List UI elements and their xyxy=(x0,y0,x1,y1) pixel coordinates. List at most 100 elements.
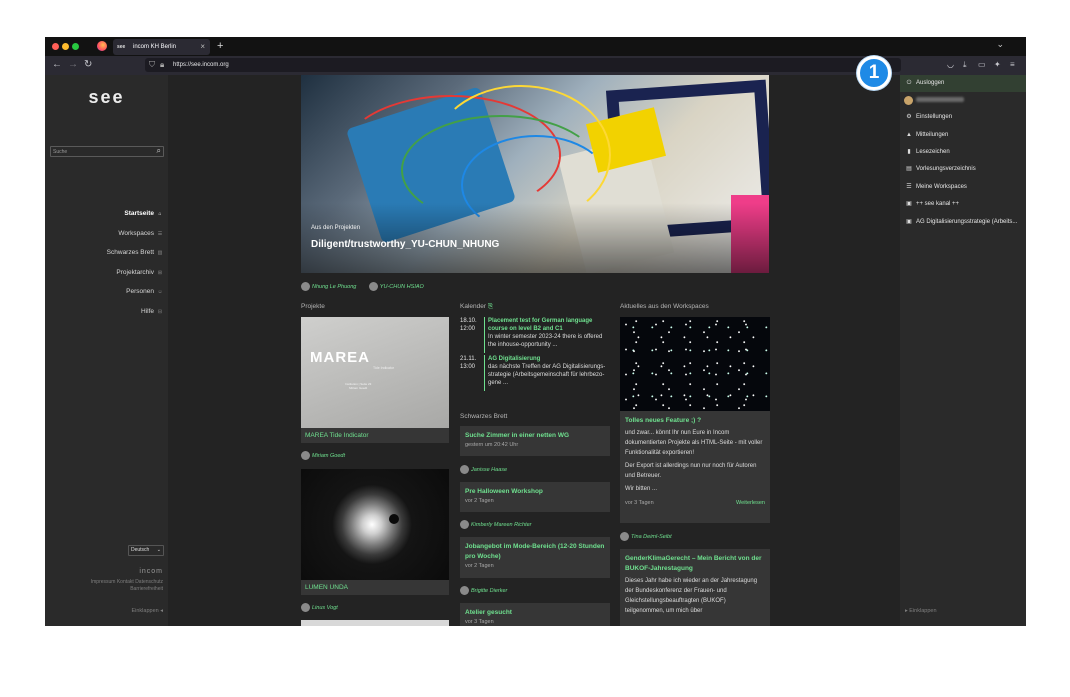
sidebar-item-schwarzes-brett[interactable]: Schwarzes Brett ▥ xyxy=(107,248,163,258)
workspace-post[interactable]: GenderKlimaGerecht – Mein Bericht von de… xyxy=(620,549,770,626)
tab-close-icon[interactable]: × xyxy=(200,39,205,55)
board-post[interactable]: Atelier gesucht vor 3 Tagen xyxy=(460,603,610,626)
tab-title: incom KH Berlin xyxy=(133,44,177,50)
avatar[interactable] xyxy=(620,532,629,542)
calendar-event[interactable]: 21.11. 13:00 AG Digitalisierung das nächs… xyxy=(460,355,610,395)
ag-digitalization-menu-item[interactable]: ▣ AG Digitalisierungsstrategie (Arbeits..… xyxy=(900,214,1026,231)
calendar-heading-label: Kalender xyxy=(460,303,487,310)
close-window-button[interactable] xyxy=(52,43,59,50)
event-day: 18.10. xyxy=(460,318,477,324)
sidebar-item-hilfe[interactable]: Hilfe ⊟ xyxy=(141,307,163,317)
author-link[interactable]: Kimberly Mareen Richter xyxy=(471,522,532,528)
logout-menu-item[interactable]: ⏻ Ausloggen xyxy=(900,75,1026,92)
event-title[interactable]: Placement test for German language cours… xyxy=(488,317,610,333)
forward-arrow-icon[interactable]: → xyxy=(68,58,78,72)
author-link[interactable]: Tina Deiml-Seibt xyxy=(631,534,672,540)
collapse-panel-button[interactable]: ▸ Einklappen xyxy=(905,608,937,614)
sidebar-item-projektarchiv[interactable]: Projektarchiv ⊞ xyxy=(116,268,163,278)
footer-accessibility-link[interactable]: Barrierefreiheit xyxy=(130,586,163,592)
pocket-icon[interactable]: ◡ xyxy=(947,59,954,71)
post-title[interactable]: GenderKlimaGerecht – Mein Bericht von de… xyxy=(625,554,765,574)
search-input[interactable] xyxy=(53,147,149,156)
browser-tab[interactable]: see incom KH Berlin × xyxy=(113,39,210,55)
avatar[interactable] xyxy=(301,282,310,292)
incom-logo[interactable]: incom xyxy=(139,568,163,575)
post-title[interactable]: Suche Zimmer in einer netten WG xyxy=(465,431,605,441)
hero-title[interactable]: Diligent/trustworthy_YU-CHUN_NHUNG xyxy=(311,239,499,250)
board-post[interactable]: Jobangebot im Mode-Bereich (12-20 Stunde… xyxy=(460,537,610,578)
hero-project-banner[interactable]: Aus den Projekten Diligent/trustworthy_Y… xyxy=(301,75,769,273)
footer-links[interactable]: Impressum Kontakt Datenschutz xyxy=(91,579,163,585)
post-image[interactable] xyxy=(620,317,770,411)
firefox-icon xyxy=(97,41,107,51)
bookmarks-menu-item[interactable]: ▮ Lesezeichen xyxy=(900,144,1026,161)
calendar-event[interactable]: 18.10. 12:00 Placement test for German la… xyxy=(460,317,610,357)
download-icon[interactable]: ⤓ xyxy=(963,59,967,71)
post-title[interactable]: Pre Halloween Workshop xyxy=(465,487,605,497)
sidebar-item-personen[interactable]: Personen ☺ xyxy=(126,287,163,297)
course-catalog-menu-item[interactable]: ▤ Vorlesungsverzeichnis xyxy=(900,161,1026,178)
hero-image-shading xyxy=(301,203,769,273)
url-text[interactable]: https://see.incom.org xyxy=(173,58,229,72)
new-tab-button[interactable]: + xyxy=(217,38,223,54)
post-date: vor 3 Tagen xyxy=(465,619,494,625)
address-bar[interactable]: ⛉ 🔒︎ https://see.incom.org xyxy=(145,58,901,72)
lock-icon[interactable]: 🔒︎ xyxy=(160,59,164,71)
folder-icon[interactable]: ▭ xyxy=(978,59,986,71)
project-cover-image[interactable]: MAREA Tide Indicator Institution | Seite… xyxy=(301,317,449,428)
extensions-icon[interactable]: ✦ xyxy=(994,59,1001,71)
my-workspaces-menu-item[interactable]: ☰ Meine Workspaces xyxy=(900,179,1026,196)
back-arrow-icon[interactable]: ← xyxy=(52,58,62,72)
post-author: Janisse Haase xyxy=(460,461,515,479)
author-link[interactable]: Janisse Haase xyxy=(471,467,507,473)
menu-icon[interactable]: ≡ xyxy=(1010,59,1015,71)
avatar[interactable] xyxy=(460,586,469,596)
collapse-sidebar-button[interactable]: Einklappen ◂ xyxy=(131,608,163,614)
language-select[interactable]: Deutsch ⌄ xyxy=(128,545,164,556)
menu-item-label: Lesezeichen xyxy=(916,149,950,155)
settings-menu-item[interactable]: ⚙ Einstellungen xyxy=(900,109,1026,126)
avatar[interactable] xyxy=(368,282,378,292)
workspace-post[interactable]: Tolles neues Feature ;) ? und zwar... kö… xyxy=(620,317,770,523)
sidebar-item-startseite[interactable]: Startseite ⌂ xyxy=(124,209,163,219)
author-link[interactable]: Brigitte Dierker xyxy=(471,588,507,594)
search-icon[interactable]: ⌕ xyxy=(157,146,161,156)
event-title[interactable]: AG Digitalisierung xyxy=(488,355,610,363)
project-cover-image[interactable] xyxy=(301,469,449,580)
calendar-export-icon[interactable]: ⎘ xyxy=(488,303,493,310)
post-title[interactable]: Jobangebot im Mode-Bereich (12-20 Stunde… xyxy=(465,542,605,562)
sidebar-item-workspaces[interactable]: Workspaces ☰ xyxy=(118,229,163,239)
maximize-window-button[interactable] xyxy=(72,43,79,50)
avatar[interactable] xyxy=(460,520,469,530)
search-box[interactable]: ⌕ xyxy=(50,146,164,157)
avatar[interactable] xyxy=(301,603,310,613)
project-card[interactable]: MAREA Tide Indicator Institution | Seite… xyxy=(301,317,449,465)
project-title[interactable]: LUMEN UNDA xyxy=(301,580,449,595)
project-card[interactable]: LUMEN UNDA Linus Vogt xyxy=(301,469,449,617)
tab-favicon: see xyxy=(117,44,126,50)
minimize-window-button[interactable] xyxy=(62,43,69,50)
board-post[interactable]: Pre Halloween Workshop vor 2 Tagen xyxy=(460,482,610,512)
shield-icon[interactable]: ⛉ xyxy=(149,59,155,71)
post-title[interactable]: Tolles neues Feature ;) ? xyxy=(625,416,765,426)
profile-menu-item[interactable] xyxy=(900,92,1026,109)
author-link[interactable]: YU-CHUN HSIAO xyxy=(380,284,424,290)
reload-icon[interactable]: ↻ xyxy=(84,58,92,72)
author-link[interactable]: Linus Vogt xyxy=(312,605,338,611)
author-link[interactable]: Nhung Le Phuong xyxy=(312,284,356,290)
post-title[interactable]: Atelier gesucht xyxy=(465,608,605,618)
avatar[interactable] xyxy=(460,465,469,475)
avatar[interactable] xyxy=(301,451,310,461)
project-card[interactable] xyxy=(301,620,449,626)
menu-item-label: ++ see kanal ++ xyxy=(916,201,960,207)
author-link[interactable]: Miriam Goedt xyxy=(312,453,345,459)
project-title[interactable]: MAREA Tide Indicator xyxy=(301,428,449,443)
see-logo[interactable]: see xyxy=(45,87,168,108)
menu-item-label: AG Digitalisierungsstrategie (Arbeits... xyxy=(916,219,1018,225)
read-more-link[interactable]: Weiterlesen xyxy=(736,500,765,506)
house-icon: ⌂ xyxy=(158,211,162,217)
tab-list-chevron-icon[interactable]: ⌄ xyxy=(996,39,1004,50)
see-channel-menu-item[interactable]: ▣ ++ see kanal ++ xyxy=(900,196,1026,213)
board-post[interactable]: Suche Zimmer in einer netten WG gestern … xyxy=(460,426,610,456)
notifications-menu-item[interactable]: ▲ Mitteilungen xyxy=(900,127,1026,144)
